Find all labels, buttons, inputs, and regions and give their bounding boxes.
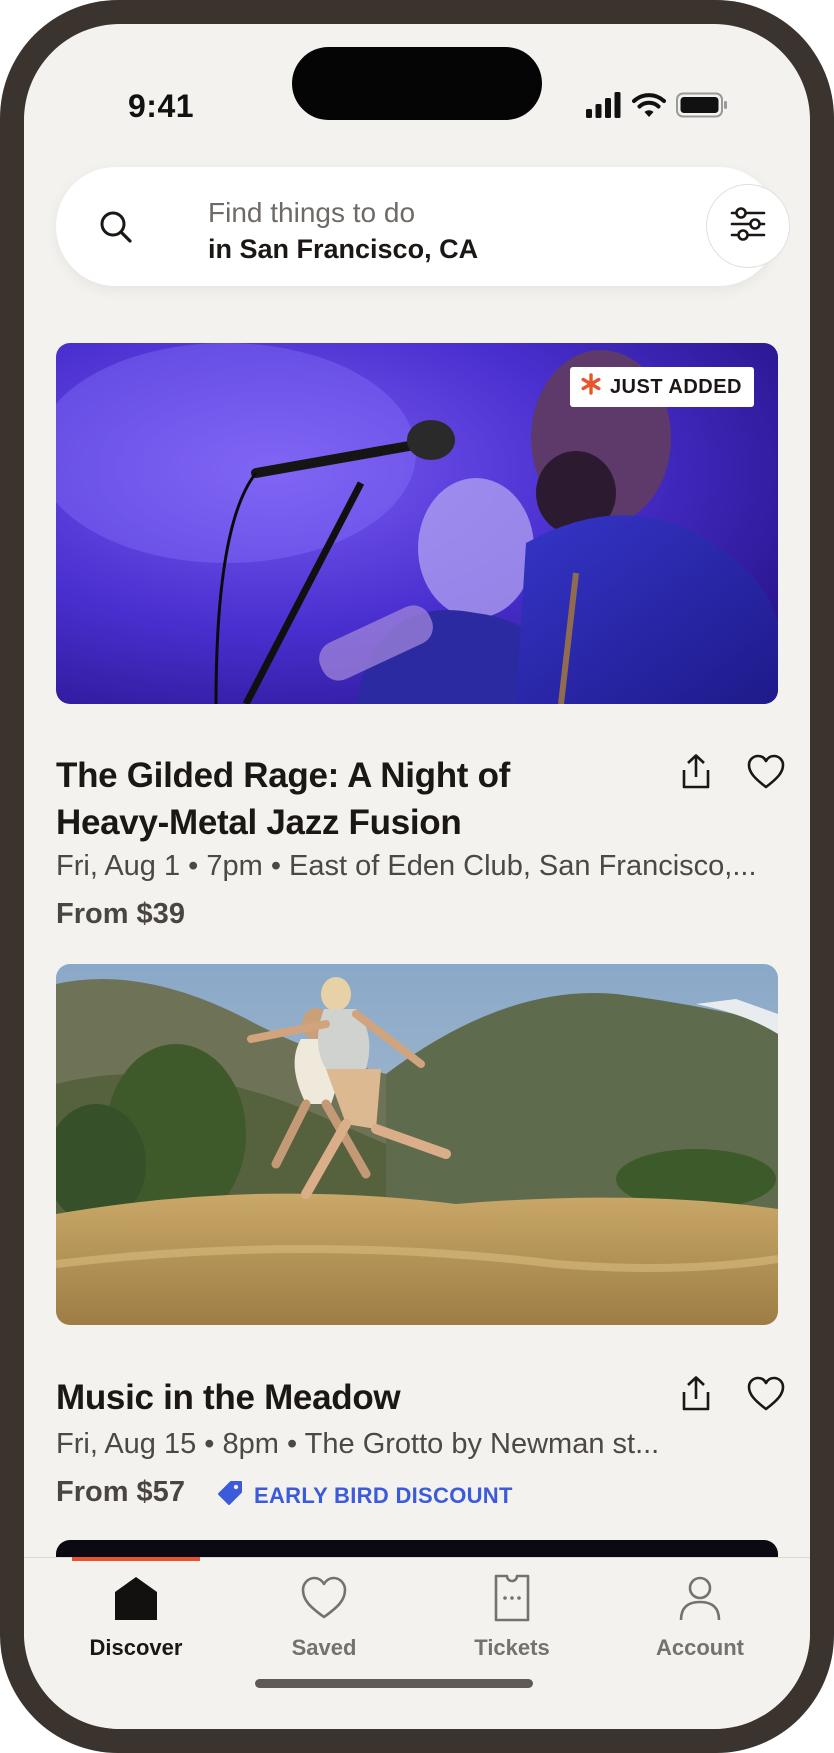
event-title[interactable]: Music in the Meadow bbox=[56, 1374, 616, 1421]
just-added-badge: JUST ADDED bbox=[569, 367, 754, 407]
person-icon bbox=[676, 1574, 724, 1627]
share-icon[interactable] bbox=[676, 752, 716, 792]
tab-tickets[interactable]: Tickets bbox=[418, 1574, 606, 1661]
discount-label: EARLY BIRD DISCOUNT bbox=[254, 1483, 513, 1508]
home-indicator[interactable] bbox=[255, 1679, 533, 1688]
tab-account[interactable]: Account bbox=[606, 1574, 794, 1661]
filter-button[interactable] bbox=[706, 184, 790, 268]
heart-icon bbox=[300, 1574, 348, 1627]
battery-icon bbox=[676, 92, 728, 123]
home-icon bbox=[112, 1574, 160, 1627]
search-prompt: Find things to do bbox=[208, 197, 416, 228]
event-title-line: The Gilded Rage: A Night of bbox=[56, 756, 511, 795]
event-meta: Fri, Aug 15 • 8pm • The Grotto by Newman… bbox=[56, 1428, 660, 1460]
ticket-icon bbox=[488, 1574, 536, 1627]
event-title[interactable]: The Gilded Rage: A Night of Heavy-Metal … bbox=[56, 752, 616, 846]
share-icon[interactable] bbox=[676, 1374, 716, 1414]
heart-icon[interactable] bbox=[746, 1374, 786, 1414]
sliders-icon bbox=[728, 206, 768, 247]
tab-discover[interactable]: Discover bbox=[42, 1574, 230, 1661]
status-time: 9:41 bbox=[128, 88, 195, 124]
tab-bar: Discover Saved Tickets Account bbox=[24, 1557, 810, 1729]
status-icons bbox=[586, 92, 728, 123]
wifi-icon bbox=[632, 92, 666, 123]
heart-icon[interactable] bbox=[746, 752, 786, 792]
cellular-signal-icon bbox=[586, 92, 622, 123]
event-title-line: Heavy-Metal Jazz Fusion bbox=[56, 803, 462, 842]
tab-label: Discover bbox=[89, 1635, 183, 1660]
asterisk-icon bbox=[580, 373, 602, 401]
tab-label: Saved bbox=[291, 1635, 357, 1660]
event-actions bbox=[676, 752, 786, 792]
badge-label: JUST ADDED bbox=[609, 375, 742, 398]
search-bar[interactable]: Find things to do in San Francisco, CA bbox=[56, 167, 790, 286]
event-image-concert[interactable]: JUST ADDED bbox=[56, 343, 778, 704]
tab-saved[interactable]: Saved bbox=[230, 1574, 418, 1661]
tag-icon bbox=[216, 1479, 244, 1513]
search-icon bbox=[96, 207, 136, 252]
event-meta: Fri, Aug 1 • 7pm • East of Eden Club, Sa… bbox=[56, 850, 757, 882]
search-location: in San Francisco, CA bbox=[208, 234, 479, 264]
tab-label: Account bbox=[656, 1635, 744, 1660]
event-price: From $39 bbox=[56, 898, 185, 930]
app-screen: 9:41 Find things to do in San Francisco,… bbox=[24, 24, 810, 1729]
active-tab-indicator bbox=[72, 1557, 200, 1561]
event-image-meadow[interactable] bbox=[56, 964, 778, 1325]
phone-frame: 9:41 Find things to do in San Francisco,… bbox=[0, 0, 834, 1753]
event-price: From $57 bbox=[56, 1476, 185, 1508]
event-actions bbox=[676, 1374, 786, 1414]
tab-label: Tickets bbox=[474, 1635, 550, 1660]
dynamic-island bbox=[292, 47, 542, 120]
early-bird-discount: EARLY BIRD DISCOUNT bbox=[216, 1479, 513, 1513]
